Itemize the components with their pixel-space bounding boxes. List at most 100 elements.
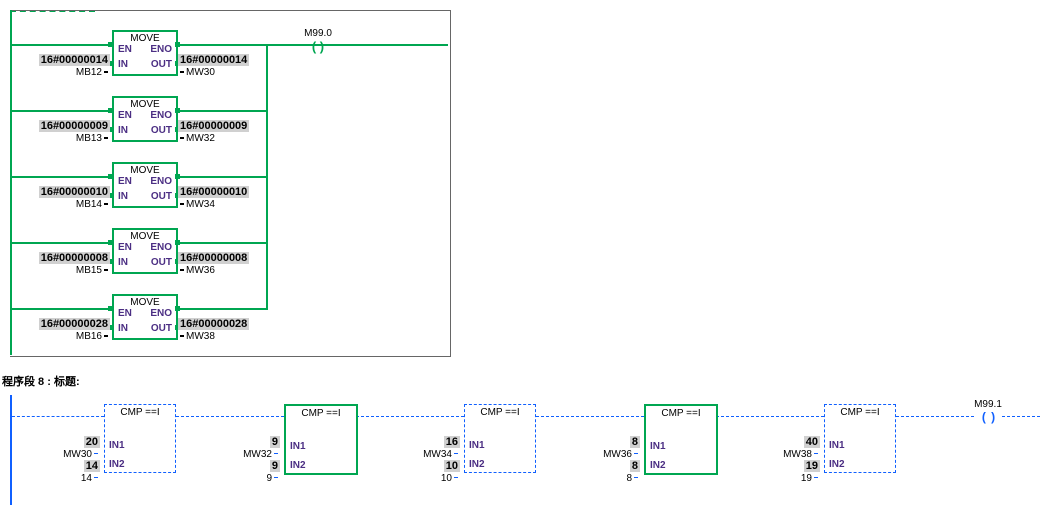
out-sym: MW32 xyxy=(186,133,215,144)
port-eno: ENO xyxy=(150,44,172,55)
block-title: CMP ==I xyxy=(105,405,175,420)
pin xyxy=(108,174,113,179)
wire xyxy=(356,416,464,417)
port-in1: IN1 xyxy=(825,438,895,453)
in-sym: MB16 xyxy=(76,331,102,342)
wire-in xyxy=(12,110,112,112)
out-sym: MW36 xyxy=(186,265,215,276)
sym: 19 xyxy=(801,473,812,484)
port-out: OUT xyxy=(151,125,172,136)
port-in2: IN2 xyxy=(465,457,535,472)
block-title: MOVE xyxy=(114,164,176,176)
wire-to-coil-r xyxy=(332,44,448,46)
coil-symbol-8: ( ) xyxy=(974,410,1004,424)
in-hex: 16#00000010 xyxy=(39,186,110,198)
sym: 8 xyxy=(626,473,632,484)
cmp0-in2: 1414 xyxy=(44,460,100,484)
cmp1-in2: 99 xyxy=(224,460,280,484)
coil-address-8: M99.1 xyxy=(958,399,1018,410)
port-in: IN xyxy=(118,323,128,334)
block-title: CMP ==I xyxy=(286,406,356,421)
val: 9 xyxy=(270,436,280,448)
in-hex: 16#00000008 xyxy=(39,252,110,264)
block-title: CMP ==I xyxy=(465,405,535,420)
in-hex: 16#00000009 xyxy=(39,120,110,132)
port-en: EN xyxy=(118,110,132,121)
in-value: 16#00000008MB15 xyxy=(10,252,110,276)
in-value: 16#00000028MB16 xyxy=(10,318,110,342)
sym: 14 xyxy=(81,473,92,484)
pin xyxy=(108,42,113,47)
wire-to-coil-l xyxy=(272,44,305,46)
out-sym: MW38 xyxy=(186,331,215,342)
block-title: MOVE xyxy=(114,98,176,110)
out-sym: MW34 xyxy=(186,199,215,210)
wire-out xyxy=(176,242,268,244)
val: 19 xyxy=(804,460,820,472)
port-in1: IN1 xyxy=(105,438,175,453)
in-sym: MB15 xyxy=(76,265,102,276)
out-hex: 16#00000014 xyxy=(178,54,249,66)
port-out: OUT xyxy=(151,323,172,334)
wire-out xyxy=(176,176,268,178)
wire xyxy=(12,416,104,417)
cmp-block-1: CMP ==I IN1 IN2 xyxy=(284,404,358,475)
in-value: 16#00000014 MB12 xyxy=(10,54,110,78)
cmp3-in1: 8MW36 xyxy=(584,436,640,460)
network8-label: 程序段 8 : 标题: xyxy=(2,373,80,389)
move-block: MOVE ENENO INOUT xyxy=(112,294,178,340)
in-hex: 16#00000028 xyxy=(39,318,110,330)
block-title: CMP ==I xyxy=(825,405,895,420)
in-sym: MB12 xyxy=(76,67,102,78)
port-in1: IN1 xyxy=(646,439,716,454)
port-in: IN xyxy=(118,191,128,202)
out-hex: 16#00000010 xyxy=(178,186,249,198)
coil-symbol: ( ) xyxy=(303,39,333,54)
port-out: OUT xyxy=(151,59,172,70)
port-in2: IN2 xyxy=(286,458,356,473)
out-value: 16#00000009MW32 xyxy=(178,120,288,144)
cmp-block-0: CMP ==I IN1 IN2 xyxy=(104,404,176,473)
port-in2: IN2 xyxy=(105,457,175,472)
cmp3-in2: 88 xyxy=(584,460,640,484)
port-out: OUT xyxy=(151,257,172,268)
val: 20 xyxy=(84,436,100,448)
out-sym: MW30 xyxy=(186,67,215,78)
val: 16 xyxy=(444,436,460,448)
wire-out xyxy=(176,110,268,112)
in-value: 16#00000010MB14 xyxy=(10,186,110,210)
in-value: 16#00000009MB13 xyxy=(10,120,110,144)
cmp-block-2: CMP ==I IN1 IN2 xyxy=(464,404,536,473)
wire xyxy=(716,416,824,417)
in-sym: MB13 xyxy=(76,133,102,144)
val: 8 xyxy=(630,436,640,448)
cmp-block-3: CMP ==I IN1 IN2 xyxy=(644,404,718,475)
sym: MW32 xyxy=(243,449,272,460)
port-en: EN xyxy=(118,242,132,253)
wire-in xyxy=(12,44,112,46)
plc-ladder-canvas: MOVE EN ENO IN OUT 16#00000014 MB12 16#0… xyxy=(0,0,1053,509)
out-hex: 16#00000028 xyxy=(178,318,249,330)
network8-power-rail xyxy=(10,395,12,505)
out-value: 16#00000014 MW30 xyxy=(178,54,288,78)
wire xyxy=(896,416,974,417)
val: 14 xyxy=(84,460,100,472)
cmp2-in1: 16MW34 xyxy=(404,436,460,460)
wire-in xyxy=(12,308,112,310)
out-value: 16#00000028MW38 xyxy=(178,318,288,342)
block-title: MOVE xyxy=(114,230,176,242)
port-in1: IN1 xyxy=(286,439,356,454)
port-in: IN xyxy=(118,257,128,268)
out-hex: 16#00000008 xyxy=(178,252,249,264)
port-out: OUT xyxy=(151,191,172,202)
port-in1: IN1 xyxy=(465,438,535,453)
cmp4-in1: 40MW38 xyxy=(764,436,820,460)
sym: 10 xyxy=(441,473,452,484)
val: 8 xyxy=(630,460,640,472)
port-en: EN xyxy=(118,176,132,187)
sym: MW38 xyxy=(783,449,812,460)
cmp2-in2: 1010 xyxy=(404,460,460,484)
pin xyxy=(108,240,113,245)
block-title: MOVE xyxy=(114,296,176,308)
port-eno: ENO xyxy=(150,308,172,319)
